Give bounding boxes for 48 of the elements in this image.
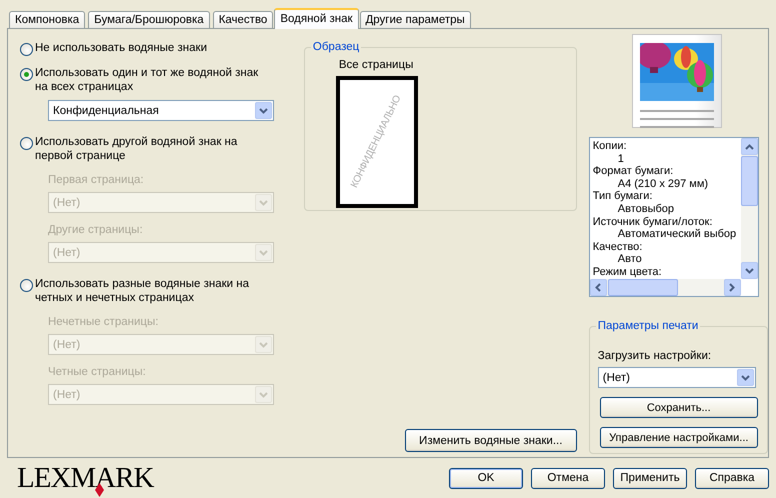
- scroll-left-icon[interactable]: [590, 279, 607, 296]
- option-label[interactable]: Использовать другой водяной знак на первой странице: [35, 135, 273, 163]
- radio-button[interactable]: [20, 43, 33, 56]
- scroll-up-icon[interactable]: [740, 138, 758, 155]
- tab[interactable]: Компоновка: [9, 11, 86, 28]
- summary-label: Источник бумаги/лоток:: [592, 216, 714, 228]
- tab[interactable]: Водяной знак: [274, 8, 358, 29]
- scroll-thumb[interactable]: [608, 279, 678, 296]
- watermark-dropdown[interactable]: Конфиденциальная: [48, 100, 274, 121]
- tab[interactable]: Бумага/Брошюровка: [88, 11, 210, 28]
- dialog-button[interactable]: OK: [449, 468, 523, 488]
- field-label: Нечетные страницы:: [48, 315, 160, 329]
- summary-value: 1: [616, 152, 625, 166]
- field-label: Другие страницы:: [48, 223, 144, 237]
- dialog-button[interactable]: Применить: [613, 468, 687, 488]
- field-label: Четные страницы:: [48, 365, 147, 379]
- summary-value: Автовыбор: [616, 202, 676, 216]
- tab[interactable]: Качество: [212, 11, 274, 28]
- summary-value: Автоматический выбор: [616, 228, 738, 241]
- summary-label: Качество:: [592, 240, 644, 254]
- option-label[interactable]: Не использовать водяные знаки: [35, 41, 208, 55]
- field-label: Загрузить настройки:: [598, 350, 712, 362]
- summary-value: Авто: [616, 253, 643, 266]
- dialog-button[interactable]: Справка: [695, 468, 769, 488]
- summary-value: A4 (210 x 297 мм): [616, 178, 710, 190]
- edit-watermarks-button[interactable]: Изменить водяные знаки...: [404, 429, 577, 452]
- lexmark-logo: LEXMARK: [17, 463, 154, 493]
- summary-label: Копии:: [592, 140, 628, 153]
- preview-caption: Все страницы: [338, 58, 414, 72]
- scroll-thumb[interactable]: [740, 156, 758, 206]
- group-title: Параметры печати: [596, 319, 700, 333]
- radio-button[interactable]: [20, 279, 33, 292]
- scroll-right-icon[interactable]: [724, 279, 741, 296]
- summary-label: Тип бумаги:: [592, 190, 654, 203]
- option-label[interactable]: Использовать разные водяные знаки на четных и нечетных страницах: [35, 277, 273, 305]
- summary-label: Формат бумаги:: [592, 165, 674, 178]
- settings-button[interactable]: Сохранить...: [600, 397, 758, 418]
- settings-dropdown[interactable]: (Нет): [598, 367, 756, 388]
- radio-button[interactable]: [20, 137, 33, 150]
- field-label: Первая страница:: [48, 173, 145, 187]
- tab[interactable]: Другие параметры: [360, 11, 471, 28]
- scroll-down-icon[interactable]: [740, 262, 758, 279]
- summary-label: Режим цвета:: [592, 266, 663, 279]
- settings-button[interactable]: Управление настройками...: [600, 427, 758, 448]
- group-title: Образец: [310, 40, 362, 54]
- option-label[interactable]: Использовать один и тот же водяной знак на всех страницах: [35, 66, 273, 94]
- dialog-button[interactable]: Отмена: [531, 468, 605, 488]
- radio-button[interactable]: [20, 68, 33, 81]
